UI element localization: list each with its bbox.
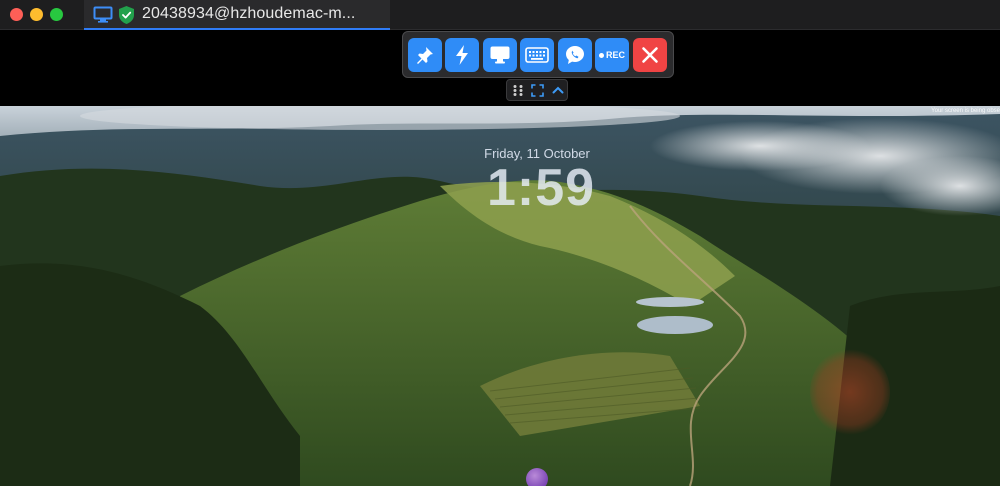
chevron-up-icon[interactable] (552, 85, 564, 95)
lock-screen-time: 1:59 (487, 159, 596, 217)
chat-phone-icon (566, 46, 584, 64)
grid-icon[interactable] (512, 84, 524, 97)
tab-title: 20438934@hzhoudemac-m... (142, 5, 356, 22)
remote-toolbar: REC (402, 31, 674, 78)
keyboard-icon (525, 47, 549, 63)
record-label: REC (598, 50, 625, 60)
user-avatar[interactable] (526, 468, 548, 486)
minimize-window-button[interactable] (30, 8, 43, 21)
session-tab[interactable]: 20438934@hzhoudemac-m... (84, 0, 390, 30)
toolbar-subbar (506, 79, 568, 101)
title-bar: 20438934@hzhoudemac-m... (0, 0, 1000, 30)
screen-observed-notice: Your screen is being obse (931, 108, 1000, 114)
keyboard-button[interactable] (520, 38, 554, 72)
lightning-icon (456, 45, 468, 65)
pin-button[interactable] (408, 38, 442, 72)
display-button[interactable] (483, 38, 517, 72)
record-dot-icon (598, 52, 604, 58)
chat-button[interactable] (558, 38, 592, 72)
close-session-button[interactable] (633, 38, 667, 72)
fullscreen-icon[interactable] (531, 84, 544, 97)
pin-icon (417, 47, 433, 64)
close-icon (642, 47, 658, 63)
lightning-button[interactable] (445, 38, 479, 72)
close-window-button[interactable] (10, 8, 23, 21)
monitor-icon (93, 6, 113, 28)
zoom-window-button[interactable] (50, 8, 63, 21)
lens-flare (810, 348, 890, 436)
shield-check-icon (118, 5, 135, 30)
record-text: REC (605, 50, 625, 60)
record-button[interactable]: REC (595, 38, 629, 72)
remote-screen[interactable]: Friday, 11 October 1:59 Your screen is b… (0, 106, 1000, 486)
monitor-icon (490, 46, 510, 64)
